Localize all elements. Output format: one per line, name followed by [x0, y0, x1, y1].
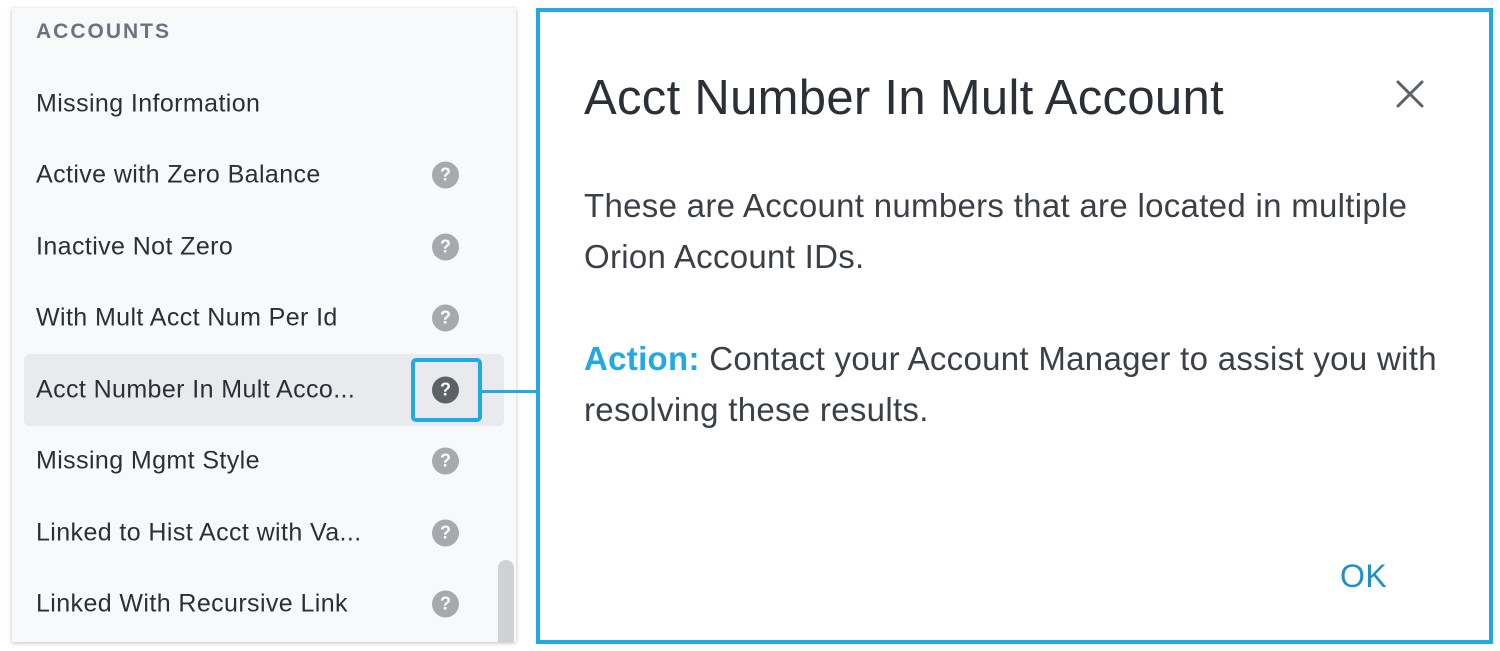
ok-button[interactable]: OK	[1340, 558, 1387, 595]
list-item-label: Linked With Recursive Link	[36, 589, 348, 618]
close-button[interactable]	[1390, 74, 1430, 114]
list-item-label: Missing Mgmt Style	[36, 446, 260, 475]
list-item-missing-information[interactable]: Missing Information	[12, 68, 516, 140]
list-item-label: Missing Information	[36, 89, 261, 118]
action-description: Contact your Account Manager to assist y…	[584, 340, 1437, 428]
screenshot-stage: ACCOUNTS Missing Information Active with…	[0, 0, 1500, 651]
list-item-linked-recursive[interactable]: Linked With Recursive Link ?	[12, 569, 516, 641]
help-icon-highlight	[411, 358, 482, 422]
list-item-active-zero-balance[interactable]: Active with Zero Balance ?	[12, 140, 516, 212]
accounts-list: Missing Information Active with Zero Bal…	[12, 68, 516, 640]
list-item-inactive-not-zero[interactable]: Inactive Not Zero ?	[12, 211, 516, 283]
help-icon[interactable]: ?	[432, 233, 459, 261]
list-item-label: Linked to Hist Acct with Va...	[36, 518, 362, 547]
help-icon[interactable]: ?	[432, 161, 459, 189]
list-item-label: Inactive Not Zero	[36, 232, 234, 261]
help-icon[interactable]: ?	[432, 590, 459, 618]
accounts-sidebar: ACCOUNTS Missing Information Active with…	[12, 8, 516, 642]
help-icon[interactable]: ?	[432, 304, 459, 332]
dialog-title: Acct Number In Mult Account	[584, 71, 1224, 125]
list-item-label: With Mult Acct Num Per Id	[36, 303, 338, 332]
section-header-accounts: ACCOUNTS	[36, 20, 171, 43]
list-item-missing-mgmt-style[interactable]: Missing Mgmt Style ?	[12, 426, 516, 498]
list-item-linked-hist-acct[interactable]: Linked to Hist Acct with Va... ?	[12, 497, 516, 569]
scrollbar-thumb[interactable]	[498, 560, 514, 642]
callout-connector	[481, 390, 537, 393]
list-item-label: Acct Number In Mult Acco...	[36, 375, 356, 404]
dialog-description: These are Account numbers that are locat…	[584, 187, 1408, 275]
dialog-action-text: Action: Contact your Account Manager to …	[584, 333, 1464, 435]
action-label: Action:	[584, 340, 700, 377]
close-icon	[1396, 80, 1424, 108]
help-dialog: Acct Number In Mult Account These are Ac…	[536, 8, 1493, 644]
list-item-label: Active with Zero Balance	[36, 160, 321, 189]
help-icon[interactable]: ?	[432, 519, 459, 547]
help-icon[interactable]: ?	[432, 447, 459, 475]
list-item-mult-acct-num-per-id[interactable]: With Mult Acct Num Per Id ?	[12, 283, 516, 355]
